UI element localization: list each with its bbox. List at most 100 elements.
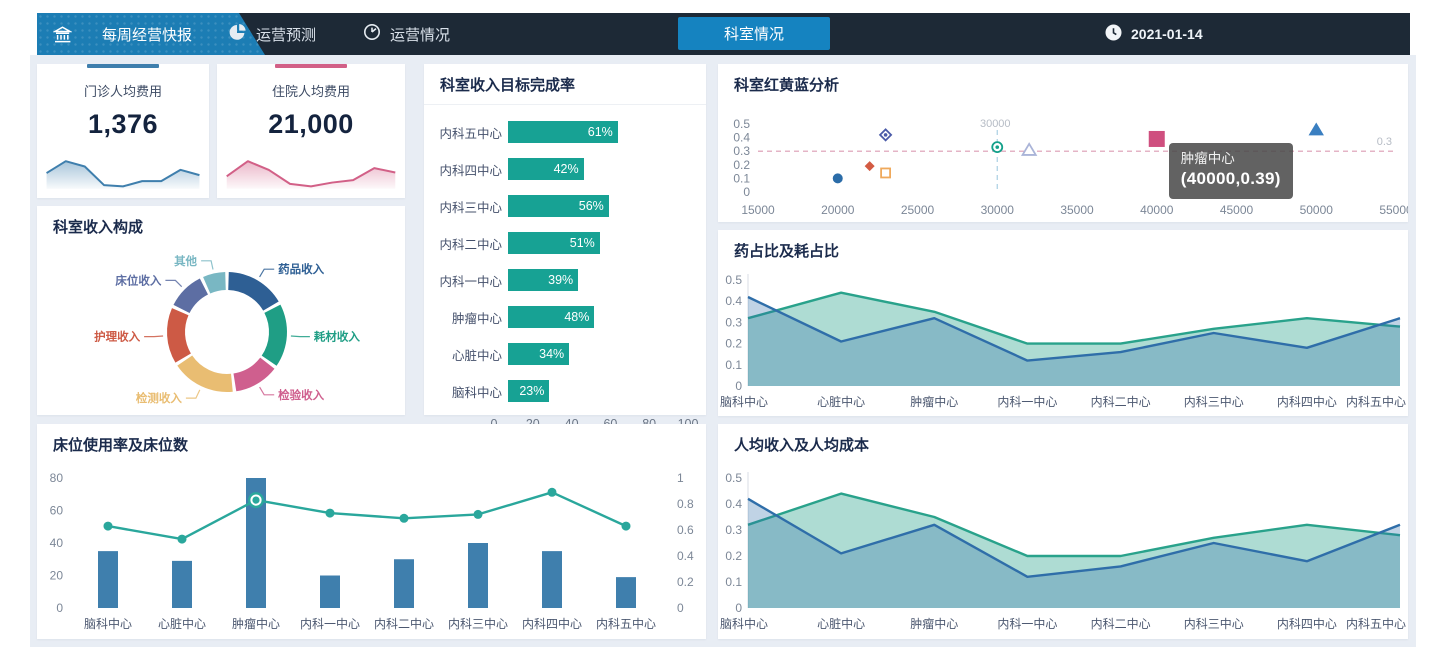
svg-text:80: 80	[50, 471, 64, 485]
panel-bed-usage: 床位使用率及床位数 02040608000.20.40.60.81脑科中心心脏中…	[37, 424, 706, 639]
svg-text:0.5: 0.5	[733, 117, 750, 131]
bar-fill[interactable]: 23%	[508, 380, 549, 402]
svg-text:内科三中心: 内科三中心	[1184, 616, 1244, 631]
home-icon	[53, 26, 72, 43]
bar-fill[interactable]: 39%	[508, 269, 578, 291]
gauge-icon	[363, 23, 381, 45]
svg-text:内科二中心: 内科二中心	[1091, 616, 1151, 631]
svg-text:45000: 45000	[1220, 203, 1254, 217]
bar-row-内科一中心[interactable]: 内科一中心 39%	[438, 269, 688, 291]
nav-tab-label: 运营预测	[256, 24, 316, 45]
nav-tab-department-status-selected[interactable]: 科室情况	[678, 17, 830, 50]
svg-text:15000: 15000	[741, 203, 775, 217]
bar-fill[interactable]: 34%	[508, 343, 569, 365]
bar-category-label: 内科二中心	[438, 234, 502, 253]
bar-fill[interactable]: 51%	[508, 232, 600, 254]
bar-row-内科四中心[interactable]: 内科四中心42%	[438, 158, 688, 180]
panel-red-yellow-blue-analysis: 科室红黄蓝分析 0.50.40.30.20.101500020000250003…	[718, 64, 1408, 222]
kpi-value: 1,376	[88, 109, 158, 140]
kpi-card-outpatient-cost: 门诊人均费用 1,376	[37, 64, 209, 198]
panel-title: 科室收入目标完成率	[424, 64, 706, 105]
svg-text:0.3: 0.3	[733, 144, 750, 158]
svg-text:30000: 30000	[981, 203, 1015, 217]
bar-row-内科五中心[interactable]: 内科五中心 61%	[438, 121, 688, 143]
red-yellow-blue-scatter-chart[interactable]: 0.50.40.30.20.10150002000025000300003500…	[718, 100, 1408, 226]
svg-text:内科五中心: 内科五中心	[1346, 394, 1406, 409]
svg-text:0.8: 0.8	[677, 497, 694, 511]
kpi-title: 住院人均费用	[272, 81, 350, 100]
kpi-accent-bar	[275, 64, 347, 68]
bar-category-label: 内科一中心	[438, 271, 502, 290]
pie-chart-icon	[229, 23, 247, 45]
income-cost-area-chart[interactable]: 00.10.20.30.40.5脑科中心心脏中心肿瘤中心内科一中心内科二中心内科…	[718, 460, 1408, 639]
nav-tab-label: 科室情况	[724, 23, 784, 44]
svg-text:0.5: 0.5	[725, 471, 742, 485]
panel-income-cost-per-capita: 人均收入及人均成本 00.10.20.30.40.5脑科中心心脏中心肿瘤中心内科…	[718, 424, 1408, 639]
kpi-value: 21,000	[268, 109, 354, 140]
svg-text:0.4: 0.4	[725, 294, 742, 308]
drug-consumable-area-chart[interactable]: 00.10.20.30.40.5脑科中心心脏中心肿瘤中心内科一中心内科二中心内科…	[718, 266, 1408, 418]
svg-text:内科四中心: 内科四中心	[522, 616, 582, 631]
bar-category-label: 内科五中心	[438, 123, 502, 142]
svg-text:0.1: 0.1	[725, 358, 742, 372]
svg-text:药品收入: 药品收入	[278, 262, 324, 276]
svg-text:20000: 20000	[821, 203, 855, 217]
svg-text:脑科中心: 脑科中心	[84, 616, 132, 631]
svg-text:0.4: 0.4	[677, 549, 694, 563]
bar-row-内科二中心[interactable]: 内科二中心 51%	[438, 232, 688, 254]
svg-text:内科五中心: 内科五中心	[1346, 616, 1406, 631]
svg-text:25000: 25000	[901, 203, 935, 217]
hospital-dashboard: 每周经营快报 运营预测 运营情况 科室情况	[0, 0, 1446, 652]
nav-tab-forecast[interactable]: 运营预测	[229, 13, 316, 55]
svg-text:0.2: 0.2	[725, 549, 742, 563]
bar-fill[interactable]: 42%	[508, 158, 584, 180]
svg-text:0.6: 0.6	[677, 523, 694, 537]
svg-text:0: 0	[735, 379, 742, 393]
panel-title: 药占比及耗占比	[718, 230, 1408, 266]
panel-title: 人均收入及人均成本	[718, 424, 1408, 460]
svg-text:55000: 55000	[1379, 203, 1408, 217]
date-value: 2021-01-14	[1131, 26, 1203, 42]
svg-text:脑科中心: 脑科中心	[720, 394, 768, 409]
bar-fill[interactable]: 61%	[508, 121, 618, 143]
income-composition-donut-chart[interactable]: 药品收入耗材收入检验收入检测收入护理收入床位收入其他	[37, 242, 405, 417]
date-picker[interactable]: 2021-01-14	[1105, 13, 1203, 55]
svg-text:肿瘤中心: 肿瘤中心	[910, 394, 958, 409]
svg-text:肿瘤中心: 肿瘤中心	[232, 616, 280, 631]
bar-row-肿瘤中心[interactable]: 肿瘤中心48%	[438, 306, 688, 328]
svg-text:心脏中心: 心脏中心	[817, 394, 865, 409]
bed-usage-combo-chart[interactable]: 02040608000.20.40.60.81脑科中心心脏中心肿瘤中心内科一中心…	[37, 460, 706, 638]
svg-text:0.2: 0.2	[677, 575, 694, 589]
svg-text:检测收入: 检测收入	[136, 391, 182, 405]
svg-text:50000: 50000	[1300, 203, 1334, 217]
bar-category-label: 脑科中心	[438, 382, 502, 401]
bar-row-脑科中心[interactable]: 脑科中心 23%	[438, 380, 688, 402]
svg-text:0.2: 0.2	[733, 158, 750, 172]
nav-tab-operation-status[interactable]: 运营情况	[363, 13, 450, 55]
bar-fill[interactable]: 48%	[508, 306, 594, 328]
panel-income-target-completion: 科室收入目标完成率 内科五中心 61% 内科四中心42% 内科三中心56% 内科二中心 5…	[424, 64, 706, 415]
income-target-bar-chart[interactable]: 内科五中心 61% 内科四中心42% 内科三中心56% 内科二中心 51% 内科一中心 39%…	[424, 105, 706, 402]
svg-text:0.1: 0.1	[725, 575, 742, 589]
nav-tab-label: 运营情况	[390, 24, 450, 45]
svg-text:0.1: 0.1	[733, 171, 750, 185]
svg-text:0.4: 0.4	[725, 497, 742, 511]
svg-text:肿瘤中心: 肿瘤中心	[910, 616, 958, 631]
svg-text:0.4: 0.4	[733, 131, 750, 145]
bar-row-心脏中心[interactable]: 心脏中心 34%	[438, 343, 688, 365]
kpi-accent-bar	[87, 64, 159, 68]
svg-text:其他: 其他	[174, 254, 197, 268]
bar-category-label: 心脏中心	[438, 345, 502, 364]
svg-text:0.5: 0.5	[725, 273, 742, 287]
bar-row-内科三中心[interactable]: 内科三中心56%	[438, 195, 688, 217]
panel-title: 科室红黄蓝分析	[718, 64, 1408, 100]
svg-text:内科一中心: 内科一中心	[997, 616, 1057, 631]
svg-text:脑科中心: 脑科中心	[720, 616, 768, 631]
bar-fill[interactable]: 56%	[508, 195, 609, 217]
svg-text:0.3: 0.3	[725, 315, 742, 329]
svg-text:心脏中心: 心脏中心	[158, 616, 206, 631]
svg-text:0: 0	[735, 601, 742, 615]
svg-text:内科二中心: 内科二中心	[1091, 394, 1151, 409]
svg-text:内科四中心: 内科四中心	[1277, 616, 1337, 631]
svg-text:30000: 30000	[980, 118, 1011, 130]
